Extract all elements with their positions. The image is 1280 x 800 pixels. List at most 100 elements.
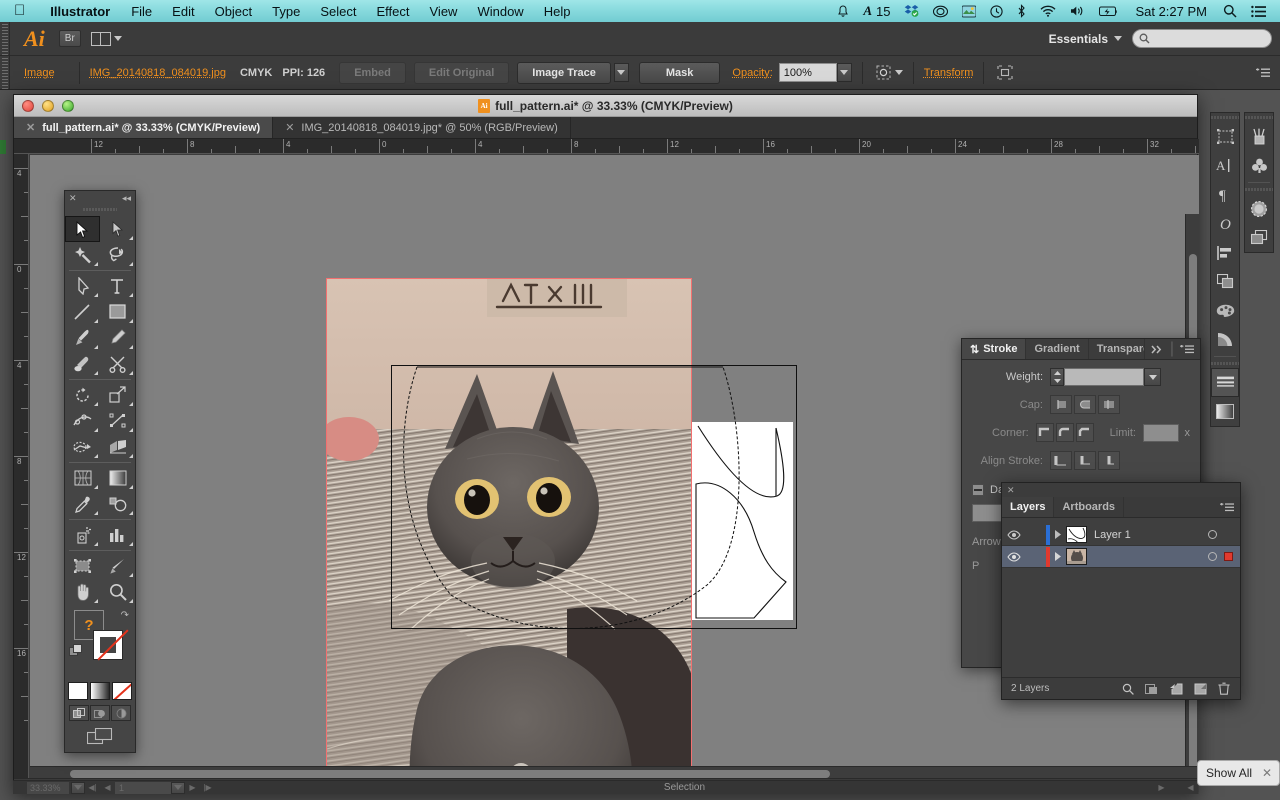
- expand-panel-icon[interactable]: [1151, 344, 1164, 354]
- zoom-tool[interactable]: [100, 579, 135, 605]
- panel-collapse-icon[interactable]: ⇅: [970, 343, 979, 356]
- mesh-tool[interactable]: [65, 465, 100, 491]
- bell-icon[interactable]: [830, 4, 856, 18]
- paintbrush-tool[interactable]: [65, 325, 100, 351]
- round-cap-button[interactable]: [1074, 395, 1096, 414]
- bridge-button[interactable]: Br: [58, 30, 81, 47]
- gradient-tool[interactable]: [100, 465, 135, 491]
- layer-name[interactable]: Layer 1: [1094, 529, 1208, 541]
- glyphs-icon[interactable]: O: [1211, 209, 1239, 238]
- document-title-bar[interactable]: Ai full_pattern.ai* @ 33.33% (CMYK/Previ…: [14, 95, 1197, 117]
- visibility-toggle-icon[interactable]: [1002, 529, 1026, 540]
- time-machine-icon[interactable]: [983, 4, 1010, 18]
- pencil-tool[interactable]: [100, 325, 135, 351]
- horizontal-scrollbar-thumb[interactable]: [70, 770, 830, 778]
- miter-join-button[interactable]: [1035, 423, 1054, 442]
- width-tool[interactable]: [65, 408, 100, 434]
- collapse-icon[interactable]: ◂◂: [122, 193, 131, 204]
- create-new-sublayer-icon[interactable]: [1169, 683, 1183, 695]
- butt-cap-button[interactable]: [1050, 395, 1072, 414]
- lasso-tool[interactable]: [100, 242, 135, 268]
- layer-row-1[interactable]: Layer 1: [1002, 524, 1240, 546]
- transparency-icon[interactable]: [1245, 194, 1273, 223]
- show-all-button[interactable]: Show All ✕: [1197, 760, 1280, 786]
- visibility-toggle-icon[interactable]: [1002, 551, 1026, 562]
- dock-grip[interactable]: [1245, 185, 1273, 194]
- shape-builder-tool[interactable]: [65, 434, 100, 460]
- artboard-tool[interactable]: [65, 553, 100, 579]
- transform-label[interactable]: Transform: [924, 67, 974, 79]
- perspective-grid-tool[interactable]: [100, 434, 135, 460]
- scroll-left-icon-background[interactable]: ◀: [1183, 783, 1198, 792]
- status-menu-icon-background[interactable]: ▶: [1154, 783, 1169, 792]
- help-search-input[interactable]: [1132, 29, 1272, 48]
- tab-img-jpg[interactable]: ✕ IMG_20140818_084019.jpg* @ 50% (RGB/Pr…: [273, 117, 571, 138]
- mask-button[interactable]: Mask: [638, 61, 721, 84]
- align-center-button[interactable]: [1050, 451, 1072, 470]
- tools-panel-grip[interactable]: [83, 205, 117, 213]
- color-app-icon[interactable]: [955, 5, 983, 18]
- weight-input[interactable]: [1064, 368, 1144, 386]
- weight-dropdown[interactable]: [1144, 368, 1161, 386]
- controlbar-grip[interactable]: [0, 56, 10, 89]
- align-icon[interactable]: [1211, 238, 1239, 267]
- gradient-swatch-button[interactable]: [90, 682, 110, 700]
- isolate-selection-icon[interactable]: [873, 63, 895, 83]
- scissors-tool[interactable]: [100, 351, 135, 377]
- vertical-ruler[interactable]: 4 0 4 8 12 16: [14, 154, 29, 794]
- blend-tool[interactable]: [100, 491, 135, 517]
- stroke-panel-icon[interactable]: [1211, 368, 1239, 397]
- draw-inside-icon[interactable]: [111, 705, 131, 721]
- artboards-icon[interactable]: [1211, 122, 1239, 151]
- opacity-label[interactable]: Opacity:: [732, 67, 772, 79]
- artboard-number-input-background[interactable]: 1: [115, 781, 171, 794]
- close-icon[interactable]: ✕: [285, 121, 294, 134]
- round-join-button[interactable]: [1055, 423, 1074, 442]
- menubar-clock[interactable]: Sat 2:27 PM: [1126, 4, 1216, 19]
- line-segment-tool[interactable]: [65, 299, 100, 325]
- panel-menu-icon[interactable]: [1220, 502, 1234, 512]
- pen-tool[interactable]: [65, 273, 100, 299]
- list-icon[interactable]: [1244, 5, 1274, 18]
- swap-fill-stroke-icon[interactable]: ↷: [121, 610, 129, 621]
- gradient-panel-icon[interactable]: [1211, 397, 1239, 426]
- dock-grip[interactable]: [1211, 113, 1239, 122]
- dashed-line-checkbox[interactable]: [972, 484, 984, 496]
- last-artboard-icon-background[interactable]: |▶: [200, 783, 215, 792]
- weight-stepper[interactable]: [1050, 368, 1064, 386]
- projecting-cap-button[interactable]: [1098, 395, 1120, 414]
- zoom-dropdown-background[interactable]: [71, 781, 85, 794]
- menu-effect[interactable]: Effect: [366, 4, 419, 19]
- previous-artboard-icon-background[interactable]: ◀: [100, 783, 115, 792]
- tab-full-pattern[interactable]: ✕ full_pattern.ai* @ 33.33% (CMYK/Previe…: [14, 117, 274, 138]
- hand-tool[interactable]: [65, 579, 100, 605]
- align-inside-button[interactable]: [1074, 451, 1096, 470]
- adobe-count-icon[interactable]: A 15: [856, 3, 897, 19]
- close-icon[interactable]: ✕: [1007, 485, 1015, 496]
- target-indicator-icon[interactable]: [1208, 552, 1217, 561]
- character-icon[interactable]: A: [1211, 151, 1239, 180]
- color-swatch-button[interactable]: [68, 682, 88, 700]
- horizontal-ruler[interactable]: 12 8 4 0 4 8 12 16 20 24 28 32: [14, 139, 1199, 154]
- arrange-documents-button[interactable]: [90, 31, 122, 46]
- panel-menu-icon[interactable]: [1180, 344, 1194, 354]
- paragraph-icon[interactable]: ¶: [1211, 180, 1239, 209]
- color-icon[interactable]: [1211, 296, 1239, 325]
- menu-view[interactable]: View: [420, 4, 468, 19]
- slice-tool[interactable]: [100, 553, 135, 579]
- layer-row-2[interactable]: [1002, 546, 1240, 568]
- tab-layers[interactable]: Layers: [1002, 497, 1055, 517]
- menu-edit[interactable]: Edit: [162, 4, 204, 19]
- search-icon[interactable]: [1216, 4, 1244, 18]
- scale-tool[interactable]: [100, 382, 135, 408]
- layers-icon[interactable]: [1245, 223, 1273, 252]
- target-indicator-icon[interactable]: [1208, 530, 1217, 539]
- chevron-down-icon[interactable]: [894, 70, 903, 75]
- image-trace-button[interactable]: Image Trace: [517, 61, 611, 84]
- blob-brush-tool[interactable]: [65, 351, 100, 377]
- appbar-grip[interactable]: [0, 22, 10, 55]
- artboard-dropdown-background[interactable]: [171, 781, 185, 794]
- opacity-dropdown[interactable]: [836, 63, 852, 82]
- tab-stroke[interactable]: ⇅ Stroke: [962, 339, 1027, 359]
- wifi-icon[interactable]: [1033, 5, 1063, 17]
